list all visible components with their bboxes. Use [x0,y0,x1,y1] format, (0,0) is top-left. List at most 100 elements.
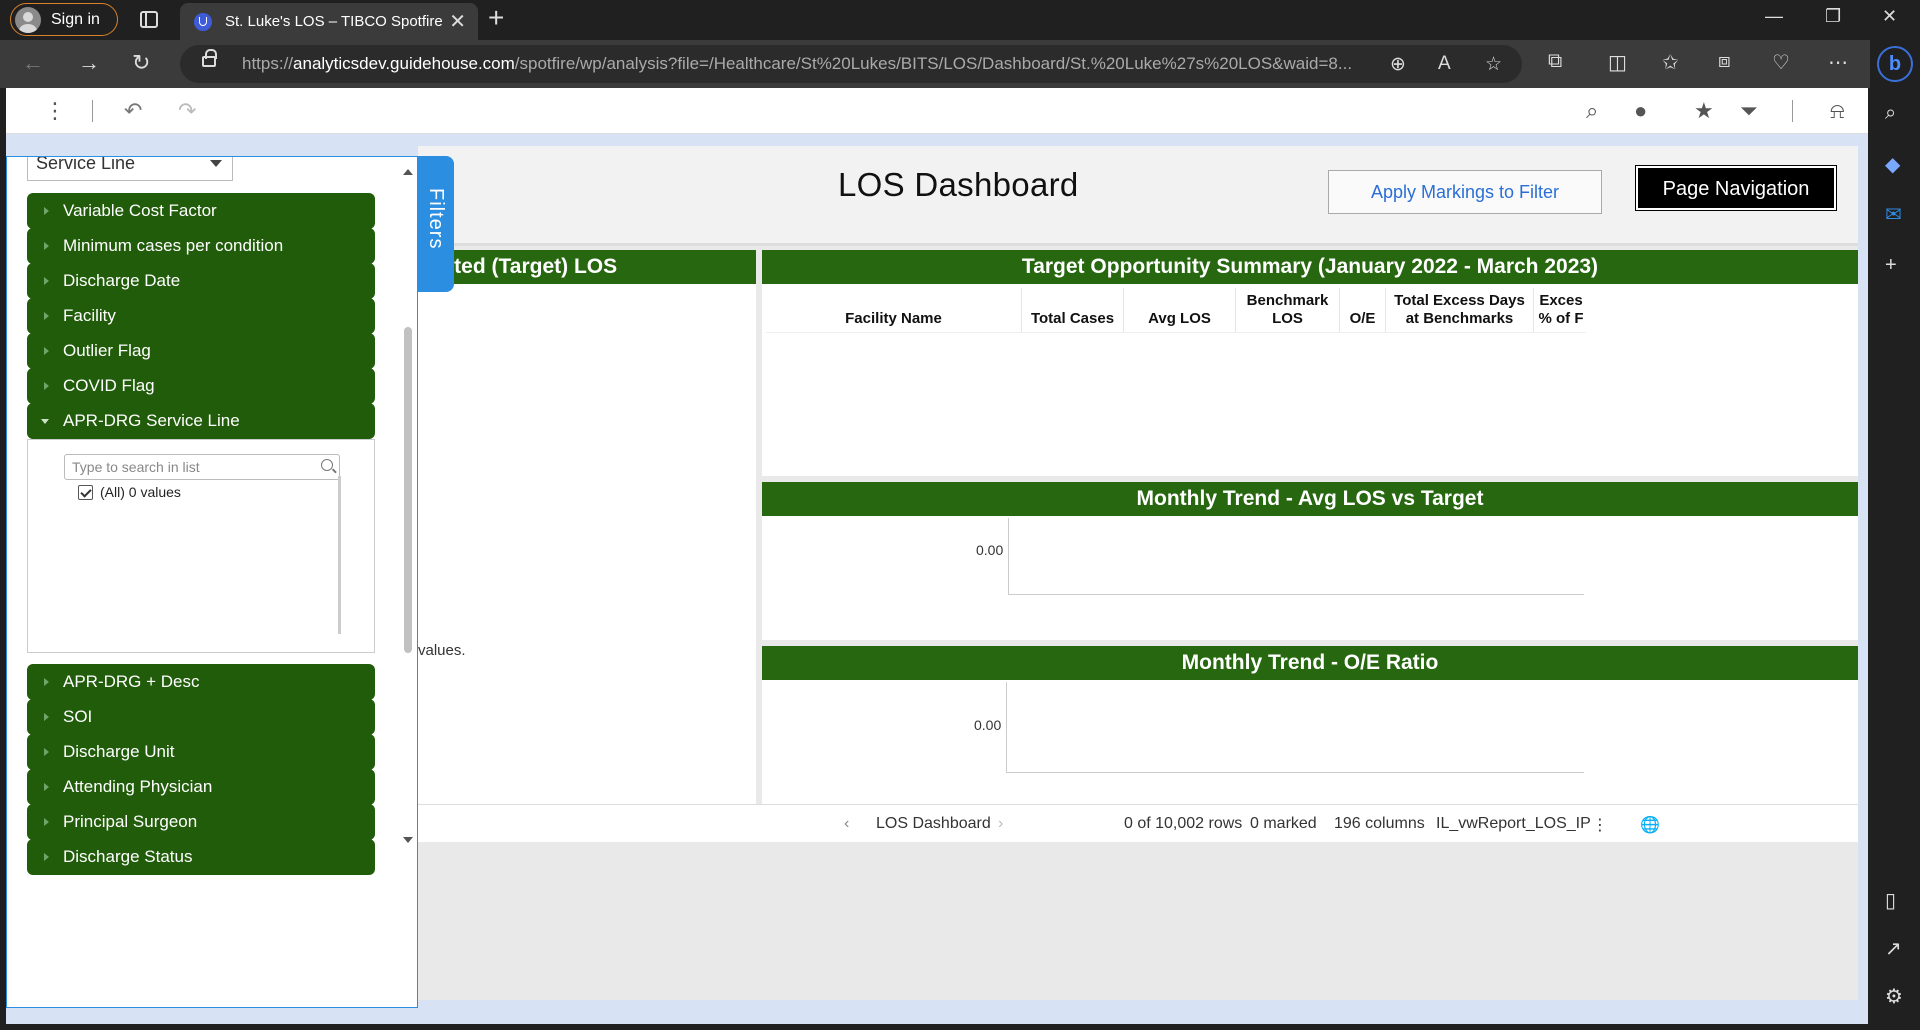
notifications-bell-icon[interactable]: ⍾ [1830,98,1845,124]
column-header-benchmark-los[interactable]: Benchmark LOS [1236,288,1340,332]
spotfire-toolbar: ⋮ ↶ ↷ ⌕ ● ★ ⏷ ⍾ [6,88,1868,134]
globe-icon[interactable]: 🌐 [1640,815,1660,835]
data-table-name[interactable]: IL_vwReport_LOS_IP [1436,815,1591,833]
back-icon[interactable]: ← [22,50,44,76]
scroll-thumb[interactable] [404,327,412,653]
y-axis-tick: 0.00 [976,542,1004,558]
forward-icon[interactable]: → [78,50,100,76]
filter-facility[interactable]: Facility [27,298,375,334]
column-header-avg-los[interactable]: Avg LOS [1124,288,1236,332]
copilot-icon[interactable]: b [1877,46,1913,82]
bookmark-icon[interactable]: ★ [1694,98,1714,124]
edge-sidebar: b ⌕ ◆ ✉ + ▯ ↗ ⚙ [1870,40,1920,1030]
column-count: 196 columns [1334,815,1425,832]
y-axis-line [1008,518,1009,594]
filter-discharge-status[interactable]: Discharge Status [27,839,375,875]
filter-apr-drg-service-line[interactable]: APR-DRG Service Line [27,403,375,439]
filter-outlier-flag[interactable]: Outlier Flag [27,333,375,369]
x-axis-line [1008,594,1584,595]
scroll-down-icon[interactable] [403,837,413,843]
previous-page-icon[interactable]: ‹ [844,815,849,833]
filter-variable-cost-factor[interactable]: Variable Cost Factor [27,193,375,229]
extensions-icon[interactable]: ⧉ [1548,50,1562,73]
search-icon[interactable]: ⌕ [1885,102,1896,125]
close-window-icon[interactable]: ✕ [1882,6,1897,27]
read-aloud-icon[interactable]: A [1438,53,1451,75]
tab-actions-icon[interactable] [140,11,158,28]
service-line-list-filter: Type to search in list (All) 0 values [27,439,375,653]
status-menu-dots-icon[interactable]: ⋮ [1592,815,1608,835]
x-axis-line [1006,772,1584,773]
browser-essentials-icon[interactable]: ♡ [1772,50,1790,75]
filter-organize-dropdown[interactable]: Service Line [27,157,233,181]
monthly-trend-oe-panel: Monthly Trend - O/E Ratio 0.00 [762,646,1858,806]
url-text[interactable]: https://analyticsdev.guidehouse.com/spot… [242,54,1392,74]
column-header-excess-days[interactable]: Total Excess Days at Benchmarks [1386,288,1534,332]
apply-markings-button[interactable]: Apply Markings to Filter [1328,170,1602,214]
hide-sidebar-icon[interactable]: ▯ [1885,888,1896,913]
chevron-down-icon [210,160,222,167]
dashboard-page: LOS Dashboard Apply Markings to Filter P… [418,146,1858,1000]
lock-icon[interactable] [202,49,217,67]
page-title: LOS Dashboard [838,166,1079,203]
monthly-trend-avg-panel: Monthly Trend - Avg LOS vs Target 0.00 [762,482,1858,640]
column-header-excess-pct[interactable]: Exces % of F [1534,288,1588,332]
filters-tab[interactable]: Filters [418,156,454,292]
next-page-icon[interactable]: › [998,815,1003,833]
list-search-input[interactable]: Type to search in list [64,454,340,480]
favorite-star-icon[interactable]: ☆ [1485,53,1502,76]
filter-discharge-unit[interactable]: Discharge Unit [27,734,375,770]
sign-in-label: Sign in [51,10,100,28]
settings-more-icon[interactable]: ⋯ [1828,50,1848,75]
zoom-icon[interactable]: ⊕ [1390,53,1406,76]
column-header-facility[interactable]: Facility Name [766,288,1022,332]
split-screen-icon[interactable]: ◫ [1608,50,1627,75]
checkbox-checked-icon[interactable] [78,484,93,500]
copilot-app-icon[interactable]: ◆ [1885,152,1900,177]
list-item-all[interactable]: (All) 0 values [78,484,181,500]
tab-bar: Sign in St. Luke's LOS – TIBCO Spotfire … [0,0,1920,40]
filter-covid-flag[interactable]: COVID Flag [27,368,375,404]
comments-icon[interactable]: ● [1634,98,1647,124]
status-bar: ‹ LOS Dashboard › 0 of 10,002 rows 0 mar… [418,804,1858,842]
scroll-up-icon[interactable] [403,169,413,175]
open-external-icon[interactable]: ↗ [1885,936,1902,961]
new-tab-icon[interactable]: + [488,2,504,34]
browser-window: Sign in St. Luke's LOS – TIBCO Spotfire … [0,0,1920,1030]
table-header-divider [766,332,1586,333]
column-header-oe[interactable]: O/E [1340,288,1386,332]
dashboard-header: LOS Dashboard Apply Markings to Filter P… [418,146,1858,246]
filter-funnel-icon[interactable]: ⏷ [1740,98,1758,124]
redo-icon[interactable]: ↷ [178,98,196,124]
filter-principal-surgeon[interactable]: Principal Surgeon [27,804,375,840]
maximize-icon[interactable]: ❐ [1825,6,1841,27]
sign-in-button[interactable]: Sign in [10,3,118,36]
search-icon[interactable]: ⌕ [1586,98,1598,124]
filter-discharge-date[interactable]: Discharge Date [27,263,375,299]
menu-dots-icon[interactable]: ⋮ [44,98,66,124]
target-opportunity-panel: Target Opportunity Summary (January 2022… [762,250,1858,476]
tab-title: St. Luke's LOS – TIBCO Spotfire [225,13,443,30]
collections-icon[interactable]: ⧈ [1718,50,1731,73]
filter-soi[interactable]: SOI [27,699,375,735]
browser-tab-active[interactable]: St. Luke's LOS – TIBCO Spotfire ✕ [180,3,478,40]
close-tab-icon[interactable]: ✕ [449,9,466,34]
sidebar-settings-icon[interactable]: ⚙ [1885,984,1903,1009]
address-bar[interactable]: https://analyticsdev.guidehouse.com/spot… [180,45,1522,83]
expected-los-panel: pected (Target) LOS values. [418,250,756,806]
favorites-icon[interactable]: ✩ [1662,50,1679,75]
minimize-icon[interactable]: — [1765,6,1783,27]
undo-icon[interactable]: ↶ [124,98,142,124]
column-header-total-cases[interactable]: Total Cases [1022,288,1124,332]
list-scrollbar[interactable] [338,476,341,634]
filter-attending-physician[interactable]: Attending Physician [27,769,375,805]
filter-minimum-cases[interactable]: Minimum cases per condition [27,228,375,264]
y-axis-line [1006,682,1007,772]
filter-panel-scrollbar[interactable] [401,157,415,851]
page-navigation-button[interactable]: Page Navigation [1635,165,1837,211]
outlook-icon[interactable]: ✉ [1885,202,1902,227]
refresh-icon[interactable]: ↻ [132,50,150,76]
add-app-icon[interactable]: + [1885,254,1897,277]
current-page-name[interactable]: LOS Dashboard [876,815,991,833]
filter-apr-drg-desc[interactable]: APR-DRG + Desc [27,664,375,700]
